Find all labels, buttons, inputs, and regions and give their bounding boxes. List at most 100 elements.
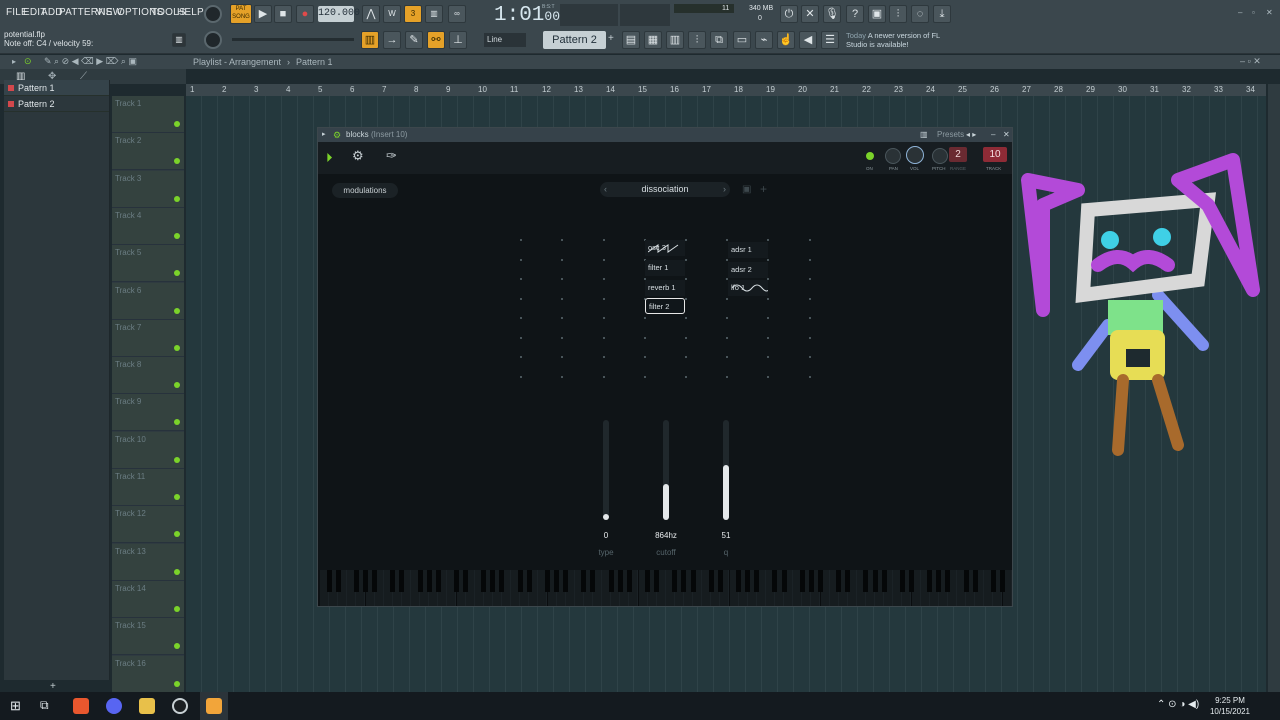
channel-rack-icon[interactable]: ▦	[644, 31, 662, 49]
black-key[interactable]	[490, 570, 496, 592]
black-key[interactable]	[417, 570, 423, 592]
track-header[interactable]: Track 10	[112, 431, 184, 469]
plugin-picker-icon[interactable]: ⧉	[710, 31, 728, 49]
grid-dot[interactable]	[767, 356, 769, 358]
black-key[interactable]	[745, 570, 751, 592]
grid-dot[interactable]	[809, 239, 811, 241]
black-key[interactable]	[617, 570, 623, 592]
param-slider-q[interactable]	[723, 420, 729, 520]
black-key[interactable]	[626, 570, 632, 592]
grid-dot[interactable]	[603, 375, 605, 378]
black-key[interactable]	[390, 570, 396, 592]
track-mute-led[interactable]	[174, 531, 180, 538]
track-mute-led[interactable]	[174, 568, 180, 575]
preset-name-bar[interactable]: ‹ dissociation ›	[600, 182, 730, 197]
plugin-gear-icon[interactable]: ⚙	[333, 128, 341, 142]
link-icon[interactable]: ⚯	[427, 31, 445, 49]
main-pitch-slider[interactable]	[232, 38, 354, 41]
grid-dot[interactable]	[809, 317, 811, 319]
black-key[interactable]	[517, 570, 523, 592]
track-mute-led[interactable]	[174, 456, 180, 463]
tempo-display[interactable]: 120.000	[318, 6, 360, 22]
presets-label[interactable]: Presets	[937, 128, 964, 142]
track-mute-led[interactable]	[174, 195, 180, 202]
black-key[interactable]	[372, 570, 377, 592]
menu-help[interactable]: HELP	[177, 7, 204, 18]
black-key[interactable]	[563, 570, 569, 592]
news-panel[interactable]: Today A newer version of FL Studio is av…	[846, 31, 956, 49]
black-key[interactable]	[326, 570, 332, 592]
block-filter-2[interactable]: filter 2	[645, 298, 685, 314]
preset-prev-icon[interactable]: ‹	[604, 182, 607, 197]
playlist-icon[interactable]: ▤	[622, 31, 640, 49]
power-icon[interactable]: ⏻	[780, 5, 798, 23]
grid-dot[interactable]	[520, 336, 522, 339]
track-header[interactable]: Track 9	[112, 394, 184, 432]
grid-dot[interactable]	[644, 336, 646, 339]
pat-song-toggle[interactable]: PAT SONG	[230, 4, 252, 24]
piano-roll-icon[interactable]: ▥	[172, 33, 186, 47]
track-mute-led[interactable]	[174, 605, 180, 612]
black-key[interactable]	[544, 570, 550, 592]
grid-dot[interactable]	[685, 258, 687, 261]
grid-dot[interactable]	[767, 297, 769, 300]
black-key[interactable]	[945, 570, 951, 592]
loop-record-button[interactable]: ∞	[448, 5, 466, 23]
track-header[interactable]: Track 14	[112, 580, 184, 618]
track-value[interactable]: 10	[983, 147, 1007, 162]
black-key[interactable]	[936, 570, 942, 592]
track-mute-led[interactable]	[174, 344, 180, 351]
track-mute-led[interactable]	[174, 121, 180, 127]
mixer-window-icon[interactable]: ⫶	[688, 31, 706, 49]
playlist-window-controls[interactable]: – ▫ ✕	[1240, 56, 1261, 67]
grid-dot[interactable]	[603, 297, 605, 300]
black-key[interactable]	[845, 570, 851, 592]
timeline-ruler[interactable]: 1 2 3 4 5 6 7 8 9 10 11 12 13 14 15 16 17 18 19 20 21 22 23 24 2…	[186, 84, 1266, 96]
track-mute-led[interactable]	[174, 419, 180, 426]
block-reverb-1[interactable]: reverb 1	[645, 280, 685, 296]
pattern-selector[interactable]: Pattern 2	[543, 31, 606, 49]
black-key[interactable]	[908, 570, 914, 592]
grid-dot[interactable]	[809, 278, 811, 280]
grid-dot[interactable]	[520, 297, 522, 300]
discord-icon[interactable]	[106, 698, 122, 714]
track-header[interactable]: Track 1	[112, 96, 184, 133]
track-mute-led[interactable]	[174, 382, 180, 389]
master-volume-knob[interactable]	[204, 5, 222, 23]
block-filter-1[interactable]: filter 1	[645, 260, 685, 276]
arrow-right-icon[interactable]: →	[383, 31, 401, 49]
plugin-titlebar[interactable]: ▸ ⚙ blocks (Insert 10) ▥ Presets ◂ ▸ – ✕	[318, 128, 1012, 142]
stop-button[interactable]: ■	[274, 5, 292, 23]
metronome-button[interactable]: ⋀	[362, 5, 380, 23]
save-icon[interactable]: ▣	[868, 5, 886, 23]
grid-dot[interactable]	[685, 317, 687, 319]
playlist-menu-arrow-icon[interactable]: ▸	[12, 57, 16, 66]
mixer-icon[interactable]: ⫶	[889, 5, 907, 23]
black-key[interactable]	[335, 570, 341, 592]
track-mute-led[interactable]	[174, 270, 180, 277]
track-mute-led[interactable]	[174, 680, 180, 687]
plugin-minimize-icon[interactable]: –	[991, 128, 995, 142]
play-button[interactable]: ▶	[254, 5, 272, 23]
stamp-icon[interactable]: ⊥	[449, 31, 467, 49]
grid-dot[interactable]	[603, 278, 605, 280]
file-explorer-icon[interactable]	[139, 698, 155, 714]
black-key[interactable]	[608, 570, 614, 592]
brave-icon[interactable]	[73, 698, 89, 714]
plug-icon[interactable]: ⌁	[755, 31, 773, 49]
system-clock[interactable]: 9:25 PM 10/15/2021	[1210, 695, 1250, 717]
grid-dot[interactable]	[520, 317, 522, 319]
grid-dot[interactable]	[561, 356, 563, 358]
step-edit-button[interactable]: ▥	[425, 5, 443, 23]
microphone-icon[interactable]: 🎙	[823, 5, 841, 23]
main-pitch-knob[interactable]	[204, 31, 222, 49]
block-lfo-1[interactable]: lfo 1	[728, 280, 768, 296]
track-mute-led[interactable]	[174, 232, 180, 239]
black-key[interactable]	[672, 570, 678, 592]
preset-next-icon[interactable]: ›	[723, 182, 726, 197]
black-key[interactable]	[717, 570, 723, 592]
grid-dot[interactable]	[603, 317, 605, 319]
black-key[interactable]	[872, 570, 878, 592]
grid-dot[interactable]	[561, 239, 563, 241]
piano-roll-window-icon[interactable]: ▥	[666, 31, 684, 49]
